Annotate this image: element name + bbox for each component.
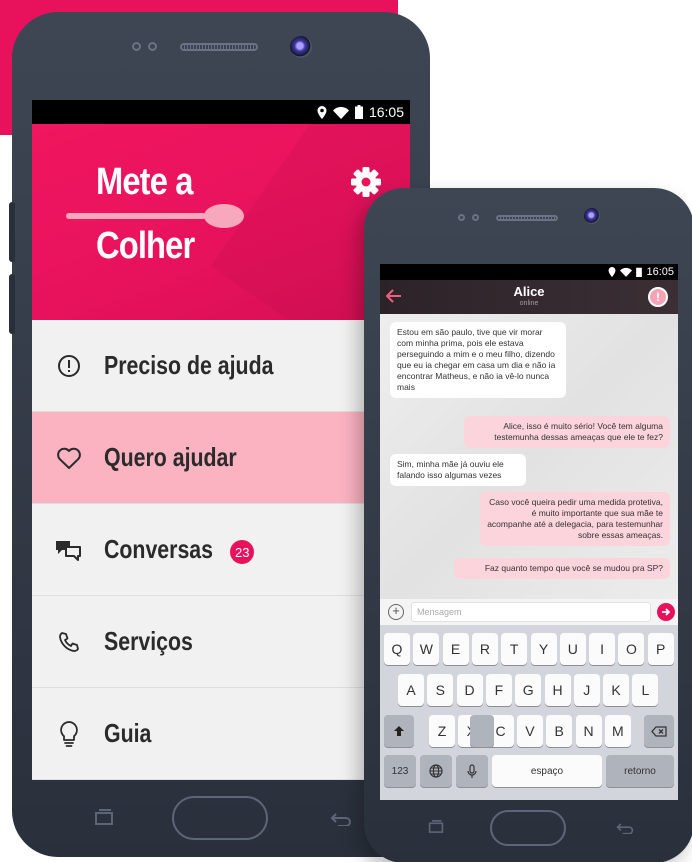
key-y[interactable]: Y	[530, 633, 557, 665]
status-bar: 16:05	[380, 264, 678, 280]
message-bubble-received: Sim, minha mãe já ouviu ele falando isso…	[390, 454, 526, 486]
gear-icon[interactable]	[350, 166, 382, 198]
location-pin-icon	[317, 105, 327, 119]
message-input[interactable]: Mensagem	[411, 602, 651, 622]
menu-item-guia[interactable]: Guia	[32, 688, 410, 780]
back-icon[interactable]	[616, 822, 634, 834]
key-q[interactable]: Q	[384, 633, 410, 665]
backspace-key[interactable]	[644, 715, 674, 747]
volume-button	[9, 202, 15, 262]
message-bubble-sent: Alice, isso é muito sério! Você tem algu…	[464, 416, 670, 448]
earpiece-speaker	[180, 43, 258, 51]
screen-chat: 16:05 Alice online ! Estou em são paulo,…	[380, 264, 678, 800]
menu-item-quero-ajudar[interactable]: Quero ajudar	[32, 412, 410, 504]
status-time: 16:05	[646, 266, 674, 278]
status-bar: 16:05	[32, 100, 410, 124]
menu-item-label: Quero ajudar	[104, 442, 237, 472]
screen-main-menu: 16:05 Mete a Colher Preciso de ajuda Que…	[32, 100, 410, 780]
message-bubble-received: Estou em são paulo, tive que vir morar c…	[390, 322, 566, 398]
battery-icon	[636, 267, 643, 277]
contact-status: online	[519, 300, 539, 307]
front-camera	[584, 208, 600, 224]
sensor-dots	[458, 214, 479, 221]
phone-device-chat: 16:05 Alice online ! Estou em são paulo,…	[364, 188, 692, 862]
message-bubble-sent: Faz quanto tempo que você se mudou pra S…	[454, 558, 670, 579]
send-icon[interactable]	[657, 603, 675, 621]
key-j[interactable]: J	[573, 674, 600, 706]
logo-text-line1: Mete a	[96, 161, 193, 203]
exclamation-circle-icon	[54, 351, 84, 381]
wifi-icon	[620, 267, 633, 277]
shift-key[interactable]	[384, 715, 414, 747]
key-z[interactable]: Z	[429, 715, 455, 747]
message-list: Estou em são paulo, tive que vir morar c…	[380, 314, 678, 599]
status-time: 16:05	[368, 104, 404, 120]
key-d[interactable]: D	[456, 674, 483, 706]
home-button[interactable]	[490, 810, 566, 846]
battery-icon	[354, 105, 363, 119]
sensor-dots	[132, 42, 157, 51]
front-camera	[290, 36, 312, 58]
menu-item-conversas[interactable]: Conversas 23	[32, 504, 410, 596]
on-screen-keyboard: QWERTYUIOP ASDFGHJKL ZXCVBNM 123 espaço …	[380, 625, 678, 800]
shift-arrow-icon	[394, 726, 404, 736]
recent-apps-icon[interactable]	[94, 809, 114, 825]
contact-name: Alice	[513, 284, 545, 299]
globe-icon	[429, 764, 443, 778]
key-g[interactable]: G	[515, 674, 542, 706]
key-l[interactable]: L	[632, 674, 659, 706]
key-r[interactable]: R	[471, 633, 498, 665]
menu-item-label: Preciso de ajuda	[104, 350, 274, 380]
key-a[interactable]: A	[398, 674, 424, 706]
location-pin-icon	[609, 267, 616, 277]
alert-icon[interactable]: !	[648, 287, 668, 307]
heart-icon	[54, 443, 84, 473]
numbers-key[interactable]: 123	[384, 755, 416, 787]
menu-item-preciso-de-ajuda[interactable]: Preciso de ajuda	[32, 320, 410, 412]
key-i[interactable]: I	[589, 633, 616, 665]
add-attachment-icon[interactable]: +	[388, 604, 404, 620]
menu-item-label: Serviços	[104, 626, 193, 656]
space-key[interactable]: espaço	[492, 755, 602, 787]
menu-item-label: Conversas	[104, 534, 214, 564]
volume-button	[9, 274, 15, 334]
key-h[interactable]: H	[544, 674, 571, 706]
unread-count-badge: 23	[230, 540, 255, 564]
key-u[interactable]: U	[559, 633, 586, 665]
key-b[interactable]: B	[546, 715, 573, 747]
key-w[interactable]: W	[413, 633, 440, 665]
logo-text-line2: Colher	[96, 225, 195, 267]
key-e[interactable]: E	[442, 633, 469, 665]
main-menu: Preciso de ajuda Quero ajudar Conversas …	[32, 320, 410, 780]
back-icon[interactable]	[330, 812, 352, 826]
home-button[interactable]	[172, 796, 268, 840]
chat-bubbles-icon	[54, 535, 84, 565]
lightbulb-icon	[54, 719, 84, 749]
app-header: Mete a Colher	[32, 124, 410, 320]
key-p[interactable]: P	[647, 633, 674, 665]
recent-apps-icon[interactable]	[428, 820, 444, 833]
key-placeholder	[470, 715, 494, 747]
key-n[interactable]: N	[575, 715, 602, 747]
key-s[interactable]: S	[427, 674, 454, 706]
message-bubble-sent: Caso você queira pedir uma medida protet…	[480, 492, 670, 546]
key-v[interactable]: V	[516, 715, 543, 747]
phone-icon	[54, 627, 84, 657]
key-k[interactable]: K	[603, 674, 630, 706]
return-key[interactable]: retorno	[606, 755, 674, 787]
key-f[interactable]: F	[485, 674, 512, 706]
menu-item-servicos[interactable]: Serviços	[32, 596, 410, 688]
key-t[interactable]: T	[501, 633, 528, 665]
backspace-icon	[651, 725, 667, 737]
message-composer: + Mensagem	[380, 599, 678, 625]
wifi-icon	[332, 106, 349, 119]
menu-item-label: Guia	[104, 718, 152, 748]
mic-key[interactable]	[456, 755, 488, 787]
globe-key[interactable]	[420, 755, 452, 787]
microphone-icon	[467, 763, 477, 778]
chat-header: Alice online !	[380, 280, 678, 314]
key-o[interactable]: O	[618, 633, 645, 665]
earpiece-speaker	[496, 215, 558, 221]
key-m[interactable]: M	[604, 715, 631, 747]
